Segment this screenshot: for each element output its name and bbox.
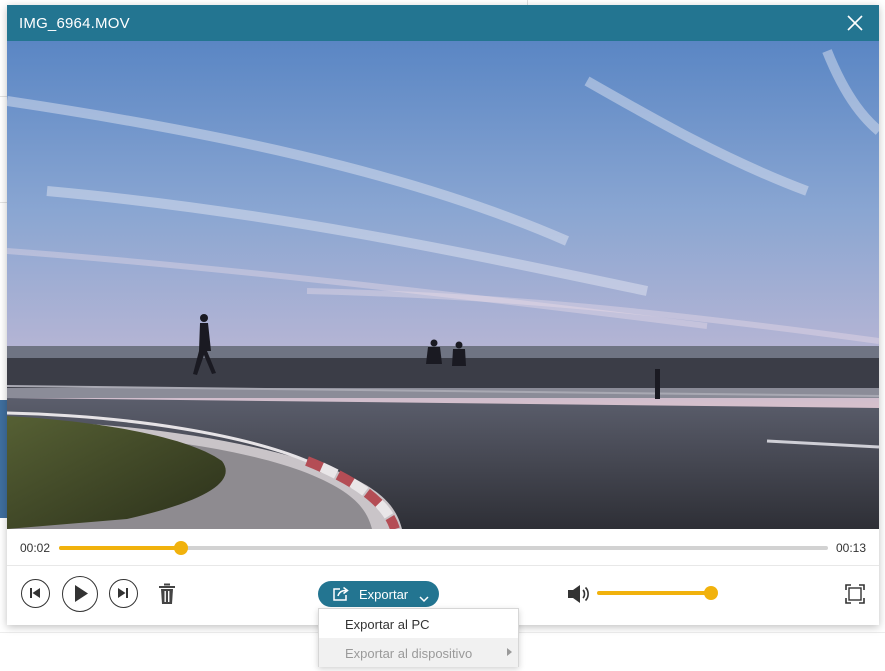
- mute-button[interactable]: [567, 583, 591, 605]
- title-bar: IMG_6964.MOV: [7, 5, 879, 41]
- export-icon: [332, 586, 350, 605]
- video-frame[interactable]: [7, 41, 879, 529]
- play-icon: [75, 585, 88, 602]
- video-scene: [7, 41, 879, 529]
- fullscreen-button[interactable]: [845, 584, 865, 604]
- play-button[interactable]: [62, 576, 98, 612]
- progress-track[interactable]: [59, 541, 828, 555]
- speaker-icon: [568, 585, 589, 603]
- export-button[interactable]: Exportar: [318, 581, 439, 607]
- window-title: IMG_6964.MOV: [19, 15, 130, 32]
- previous-button[interactable]: [21, 579, 50, 608]
- progress-thumb[interactable]: [173, 541, 188, 555]
- delete-button[interactable]: [157, 583, 177, 605]
- previous-track-icon: [30, 588, 40, 598]
- trash-icon: [159, 583, 175, 604]
- video-preview-window: IMG_6964.MOV 00:02 00:13 Exportar: [7, 5, 879, 625]
- fullscreen-icon: [845, 584, 865, 604]
- volume-thumb[interactable]: [704, 586, 718, 600]
- progress-row: 00:02 00:13: [7, 529, 879, 567]
- next-track-icon: [118, 588, 128, 598]
- next-button[interactable]: [109, 579, 138, 608]
- volume-slider[interactable]: [597, 586, 718, 600]
- current-time: 00:02: [20, 541, 51, 555]
- menu-item-label: Exportar al PC: [345, 617, 430, 632]
- menu-item-label: Exportar al dispositivo: [345, 646, 473, 661]
- menu-item-export-to-pc[interactable]: Exportar al PC: [319, 609, 518, 638]
- control-divider: [7, 565, 879, 566]
- total-duration: 00:13: [835, 541, 866, 555]
- menu-item-export-to-device[interactable]: Exportar al dispositivo: [319, 638, 518, 667]
- close-icon[interactable]: [845, 13, 865, 33]
- export-menu: Exportar al PC Exportar al dispositivo: [318, 608, 519, 667]
- chevron-down-icon[interactable]: [419, 591, 429, 606]
- export-label: Exportar: [359, 587, 409, 602]
- progress-fill: [59, 546, 181, 550]
- submenu-arrow-icon: [507, 648, 512, 656]
